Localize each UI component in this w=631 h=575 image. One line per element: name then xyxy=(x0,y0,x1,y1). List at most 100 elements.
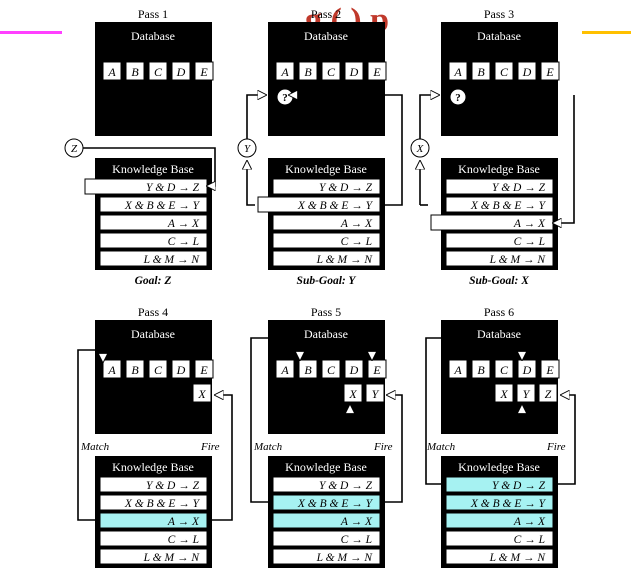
rule-text: Y & D → Z xyxy=(319,182,373,194)
rule-text: L & M → N xyxy=(316,254,374,266)
flow-connector xyxy=(250,337,270,503)
rule-text: C → L xyxy=(168,534,199,546)
rule-text: A → X xyxy=(513,516,546,528)
unknown-symbol: ? xyxy=(282,92,288,104)
pass-label: Pass 3 xyxy=(484,7,514,21)
fact-label: B xyxy=(477,65,485,79)
rule-text: A → X xyxy=(167,516,200,528)
fact-label: A xyxy=(107,363,116,377)
unknown-symbol: ? xyxy=(455,92,461,104)
fact-label: C xyxy=(154,65,163,79)
fact-label: E xyxy=(199,65,208,79)
rule-text: A → X xyxy=(167,218,200,230)
pass-panel-4: Pass 4 Database A B C D EX Match Fire Knowledge B… xyxy=(80,305,220,568)
database-label: Database xyxy=(477,29,521,43)
pass-label: Pass 6 xyxy=(484,305,514,319)
flow-connector xyxy=(419,95,439,139)
rule-text: X & B & E → Y xyxy=(124,200,201,212)
database-label: Database xyxy=(131,327,175,341)
flow-connector xyxy=(558,95,575,224)
rule-text: Y & D → Z xyxy=(492,182,546,194)
fact-label: C xyxy=(500,363,509,377)
fact-label: A xyxy=(280,363,289,377)
fire-label: Fire xyxy=(546,441,566,453)
pass-panel-3: Pass 3 Database A B C D E? Knowledge Base Y & D … xyxy=(410,7,560,287)
rule-text: X & B & E → Y xyxy=(470,498,547,510)
match-label: Match xyxy=(426,441,456,453)
rule-text: C → L xyxy=(341,534,372,546)
pass-panel-5: Pass 5DatabaseA B C D EX YMatch FireKnowledge … xyxy=(253,305,393,568)
database-label: Database xyxy=(131,29,175,43)
rule-text: C → L xyxy=(514,236,545,248)
rule-text: A → X xyxy=(340,218,373,230)
magenta-accent-bar xyxy=(0,31,62,34)
knowledge-base-label: Knowledge Base xyxy=(458,460,540,474)
fact-label: E xyxy=(545,65,554,79)
rule-text: C → L xyxy=(168,236,199,248)
pass-panel-6: Pass 6DatabaseA B C D EX Y ZMatch FireKnowledge… xyxy=(426,305,566,568)
fact-label: D xyxy=(349,65,359,79)
pass-panel-2: Pass 2 Database A B C D E? Knowledge Base Y & D … xyxy=(237,7,387,287)
backward-chaining-diagram: g ( ) p Pass 1DatabaseA B C D EKnowledge Bas… xyxy=(0,2,631,568)
rule-text: Y & D → Z xyxy=(146,480,200,492)
fact-label: A xyxy=(280,65,289,79)
rule-text: A → X xyxy=(513,218,546,230)
rule-text: C → L xyxy=(514,534,545,546)
rule-text: X & B & E → Y xyxy=(470,200,547,212)
fact-label: A xyxy=(107,65,116,79)
flow-connector xyxy=(246,95,266,139)
goal-caption: Sub-Goal: Y xyxy=(297,275,357,287)
fact-label: D xyxy=(176,363,186,377)
pass-panel-1: Pass 1 Database A B C D E Knowledge Base Y & D →… xyxy=(64,7,214,287)
fact-label: C xyxy=(154,363,163,377)
knowledge-base-label: Knowledge Base xyxy=(112,460,194,474)
rule-text: X & B & E → Y xyxy=(297,200,374,212)
fact-label: D xyxy=(522,363,532,377)
match-label: Match xyxy=(253,441,283,453)
rule-text: C → L xyxy=(341,236,372,248)
database-label: Database xyxy=(477,327,521,341)
fact-label: B xyxy=(304,65,312,79)
goal-caption: Goal: Z xyxy=(135,275,172,287)
pass-label: Pass 5 xyxy=(311,305,341,319)
rule-text: X & B & E → Y xyxy=(124,498,201,510)
derived-fact-label: X xyxy=(499,387,508,401)
fact-label: C xyxy=(327,363,336,377)
fact-label: C xyxy=(327,65,336,79)
rule-text: A → X xyxy=(340,516,373,528)
rule-text: Y & D → Z xyxy=(146,182,200,194)
derived-fact-label: X xyxy=(348,387,357,401)
fact-label: A xyxy=(453,363,462,377)
flow-connector xyxy=(558,395,576,485)
database-label: Database xyxy=(304,29,348,43)
fact-label: E xyxy=(372,363,381,377)
rule-text: L & M → N xyxy=(143,254,201,266)
fact-label: D xyxy=(522,65,532,79)
flow-connector xyxy=(77,349,97,521)
rule-text: X & B & E → Y xyxy=(297,498,374,510)
goal-symbol: X xyxy=(416,143,425,155)
fact-label: A xyxy=(453,65,462,79)
fact-label: D xyxy=(349,363,359,377)
fact-label: B xyxy=(477,363,485,377)
derived-fact-label: X xyxy=(197,387,206,401)
rule-text: L & M → N xyxy=(316,552,374,564)
rule-text: Y & D → Z xyxy=(492,480,546,492)
pass-label: Pass 4 xyxy=(138,305,168,319)
pass-label: Pass 1 xyxy=(138,7,168,21)
fire-label: Fire xyxy=(200,441,220,453)
fire-label: Fire xyxy=(373,441,393,453)
derived-fact-label: Z xyxy=(545,387,552,401)
flow-connector xyxy=(212,395,233,521)
fact-label: E xyxy=(199,363,208,377)
rule-text: L & M → N xyxy=(489,552,547,564)
rule-text: L & M → N xyxy=(143,552,201,564)
knowledge-base-label: Knowledge Base xyxy=(458,162,540,176)
match-label: Match xyxy=(80,441,110,453)
fact-label: D xyxy=(176,65,186,79)
fact-label: E xyxy=(372,65,381,79)
rule-text: L & M → N xyxy=(489,254,547,266)
goal-symbol: Z xyxy=(71,143,78,155)
pass-label: Pass 2 xyxy=(311,7,341,21)
orange-accent-bar xyxy=(582,31,631,34)
